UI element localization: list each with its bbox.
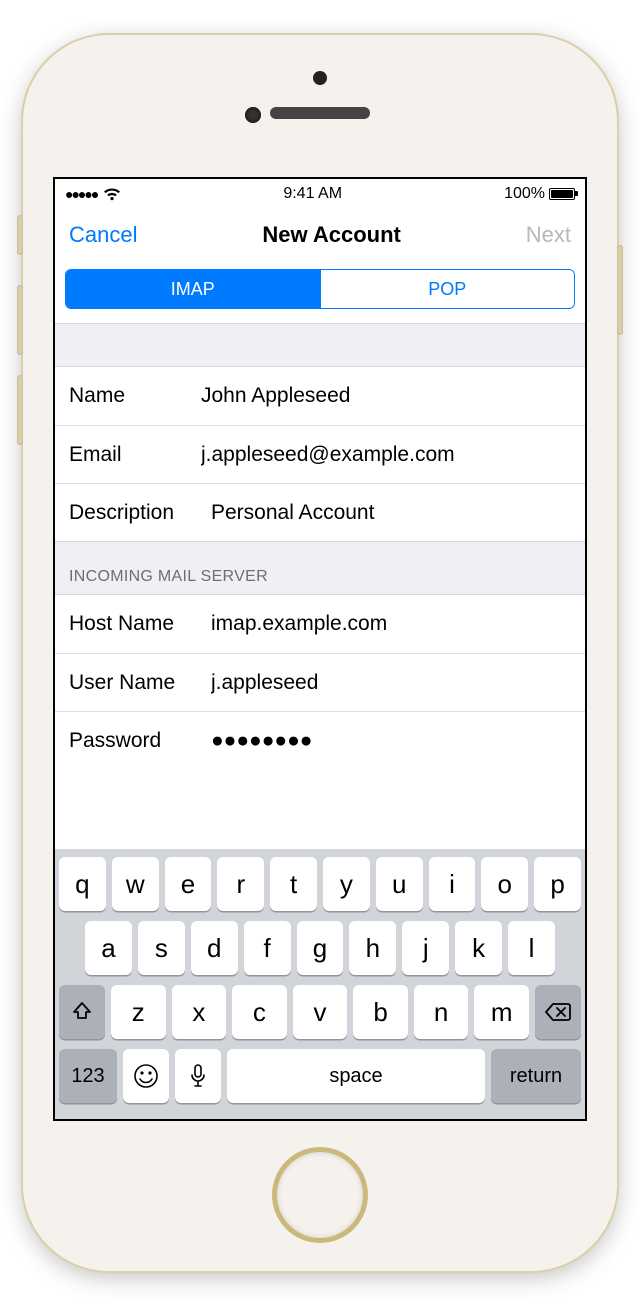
incoming-server-header: INCOMING MAIL SERVER (55, 541, 585, 595)
cancel-button[interactable]: Cancel (69, 222, 137, 248)
next-button[interactable]: Next (526, 222, 571, 248)
section-spacer (55, 323, 585, 367)
battery-percent: 100% (504, 185, 545, 203)
protocol-segmented-control[interactable]: IMAP POP (65, 269, 575, 309)
mute-switch (17, 215, 23, 255)
signal-dots-icon: ●●●●● (65, 186, 97, 202)
key-r[interactable]: r (217, 857, 264, 911)
email-field[interactable]: j.appleseed@example.com (201, 443, 571, 467)
key-u[interactable]: u (376, 857, 423, 911)
key-g[interactable]: g (297, 921, 344, 975)
key-o[interactable]: o (481, 857, 528, 911)
name-label: Name (69, 384, 201, 408)
segment-pop[interactable]: POP (320, 270, 575, 308)
description-label: Description (69, 501, 211, 525)
segment-imap[interactable]: IMAP (66, 270, 320, 308)
key-j[interactable]: j (402, 921, 449, 975)
keyboard-row-4: 123 space return (59, 1049, 581, 1103)
description-field[interactable]: Personal Account (211, 501, 571, 525)
power-button (617, 245, 623, 335)
key-m[interactable]: m (474, 985, 529, 1039)
key-v[interactable]: v (293, 985, 348, 1039)
volume-down-button (17, 375, 23, 445)
key-q[interactable]: q (59, 857, 106, 911)
status-bar: ●●●●● 9:41 AM 100% (55, 179, 585, 209)
key-k[interactable]: k (455, 921, 502, 975)
iphone-device-frame: ●●●●● 9:41 AM 100% Cancel New Account Ne… (23, 35, 617, 1271)
screen: ●●●●● 9:41 AM 100% Cancel New Account Ne… (53, 177, 587, 1121)
row-password[interactable]: Password ●●●●●●●● (55, 711, 585, 769)
keyboard-row-1: qwertyuiop (59, 857, 581, 911)
key-d[interactable]: d (191, 921, 238, 975)
nav-bar: Cancel New Account Next (55, 209, 585, 261)
key-f[interactable]: f (244, 921, 291, 975)
keyboard-row-2: asdfghjkl (59, 921, 581, 975)
user-name-label: User Name (69, 671, 211, 695)
user-name-field[interactable]: j.appleseed (211, 671, 571, 695)
key-a[interactable]: a (85, 921, 132, 975)
host-name-field[interactable]: imap.example.com (211, 612, 571, 636)
proximity-sensor (313, 71, 327, 85)
key-y[interactable]: y (323, 857, 370, 911)
keyboard: qwertyuiop asdfghjkl zxcvbnm 123 (55, 849, 585, 1119)
host-name-label: Host Name (69, 612, 211, 636)
keyboard-row-3: zxcvbnm (59, 985, 581, 1039)
name-field[interactable]: John Appleseed (201, 384, 571, 408)
page-title: New Account (262, 222, 401, 248)
battery-icon (549, 188, 575, 200)
earpiece-speaker (270, 107, 370, 119)
row-host-name[interactable]: Host Name imap.example.com (55, 595, 585, 653)
volume-up-button (17, 285, 23, 355)
dictation-key[interactable] (175, 1049, 221, 1103)
emoji-key[interactable] (123, 1049, 169, 1103)
key-c[interactable]: c (232, 985, 287, 1039)
key-n[interactable]: n (414, 985, 469, 1039)
key-l[interactable]: l (508, 921, 555, 975)
wifi-icon (103, 187, 121, 201)
key-b[interactable]: b (353, 985, 408, 1039)
key-z[interactable]: z (111, 985, 166, 1039)
status-time: 9:41 AM (283, 185, 342, 203)
row-email[interactable]: Email j.appleseed@example.com (55, 425, 585, 483)
key-h[interactable]: h (349, 921, 396, 975)
key-w[interactable]: w (112, 857, 159, 911)
space-key[interactable]: space (227, 1049, 485, 1103)
password-label: Password (69, 729, 211, 753)
front-camera (245, 107, 261, 123)
home-button[interactable] (272, 1147, 368, 1243)
key-i[interactable]: i (429, 857, 476, 911)
key-e[interactable]: e (165, 857, 212, 911)
shift-key[interactable] (59, 985, 105, 1039)
row-user-name[interactable]: User Name j.appleseed (55, 653, 585, 711)
numbers-key[interactable]: 123 (59, 1049, 117, 1103)
row-description[interactable]: Description Personal Account (55, 483, 585, 541)
email-label: Email (69, 443, 201, 467)
return-key[interactable]: return (491, 1049, 581, 1103)
key-s[interactable]: s (138, 921, 185, 975)
row-name[interactable]: Name John Appleseed (55, 367, 585, 425)
key-t[interactable]: t (270, 857, 317, 911)
key-x[interactable]: x (172, 985, 227, 1039)
password-field[interactable]: ●●●●●●●● (211, 729, 571, 753)
key-p[interactable]: p (534, 857, 581, 911)
backspace-key[interactable] (535, 985, 581, 1039)
